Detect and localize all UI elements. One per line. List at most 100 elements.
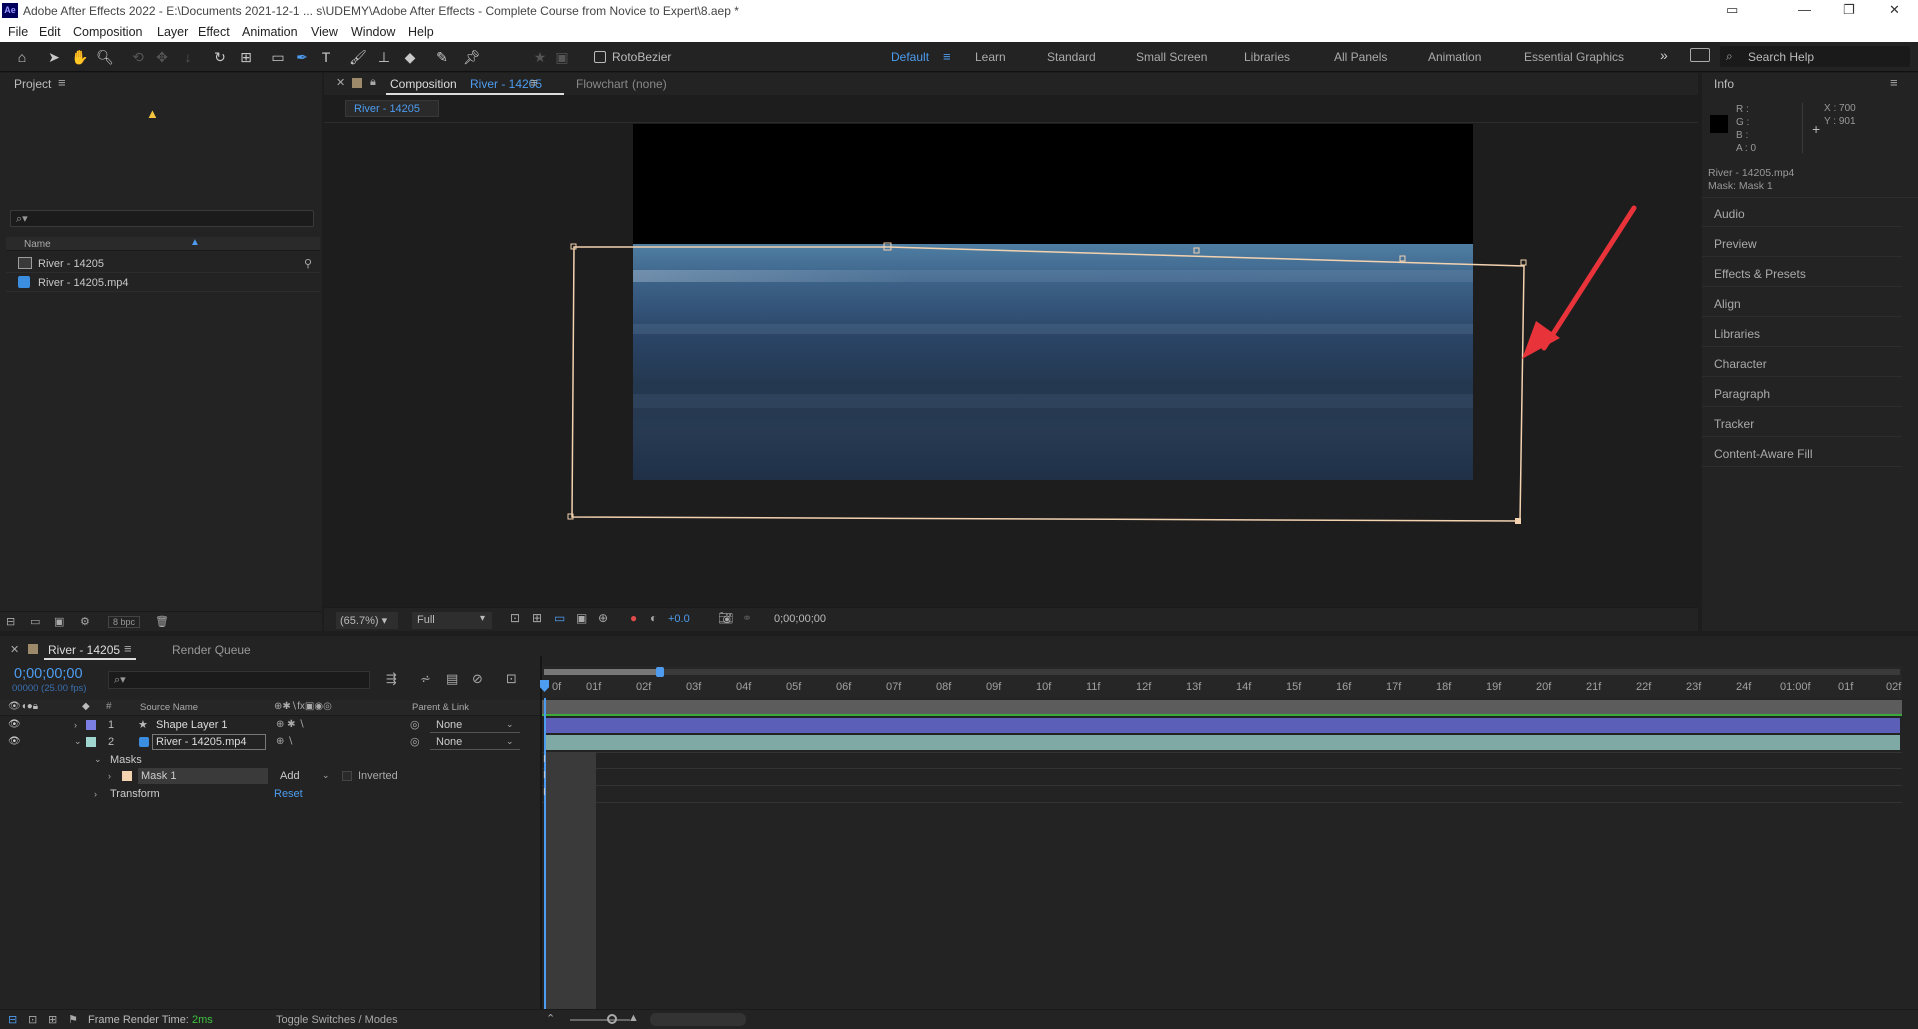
chevron-down-icon[interactable]: ⌄ [94,754,102,765]
rectangle-tool-icon[interactable]: ▭ [268,47,288,67]
orbit-camera-icon[interactable]: ⟲ [128,47,148,67]
mask-vertex[interactable] [1515,518,1521,524]
layer-bar-footage[interactable] [546,735,1900,750]
toggle-switches-modes[interactable]: Toggle Switches / Modes [276,1014,398,1026]
menu-file[interactable]: File [8,25,28,39]
workspace-menu-icon[interactable]: ≡ [943,49,951,64]
selection-tool-icon[interactable]: ➤ [44,47,64,67]
in-out-icon[interactable]: ⊞ [48,1013,57,1026]
panel-libraries[interactable]: Libraries [1702,317,1902,347]
panel-content-aware-fill[interactable]: Content-Aware Fill [1702,437,1902,467]
new-folder-icon[interactable]: ▭ [30,615,40,628]
window-mode-icon[interactable]: ▭ [1726,2,1738,18]
eye-icon[interactable]: 👁︎ [8,736,21,747]
work-area-end-handle[interactable] [656,667,664,677]
menu-animation[interactable]: Animation [242,25,298,39]
comp-flowchart-icon[interactable]: ⇶ [386,671,397,687]
restore-button[interactable]: ❐ [1843,2,1855,18]
type-tool-icon[interactable]: T [316,47,336,67]
chevron-right-icon[interactable]: › [108,771,111,781]
grid-guides-icon[interactable]: ⊕ [598,611,608,625]
chevron-down-icon[interactable]: ⌄ [322,770,330,781]
chevron-down-icon[interactable]: ⌄ [74,736,82,747]
zoom-slider-thumb[interactable] [607,1014,617,1024]
minimize-button[interactable]: — [1798,2,1811,17]
pickwhip-icon[interactable]: ◎ [410,735,420,748]
chevron-right-icon[interactable]: › [94,789,97,799]
panel-tracker[interactable]: Tracker [1702,407,1902,437]
clone-stamp-icon[interactable]: ⊥ [374,47,394,67]
transform-group[interactable]: › Transform Reset [0,786,540,803]
panel-menu-icon[interactable]: ≡ [58,75,66,90]
search-help-box[interactable]: ⌕ Search Help [1720,46,1910,67]
graph-editor-icon[interactable]: ⊡ [506,671,517,687]
layer-switches[interactable]: ⊕ ✱ ∖ [276,719,305,730]
layer-label-color[interactable] [86,737,96,747]
info-tab[interactable]: Info [1714,77,1734,91]
table-row[interactable]: 👁︎ › 1 ★ Shape Layer 1 ⊕ ✱ ∖ ◎ None ⌄ [0,717,540,734]
star-icon[interactable]: ★ [530,47,550,67]
workspace-standard[interactable]: Standard [1047,50,1096,64]
interpret-footage-icon[interactable]: ⊟ [6,615,15,628]
channel-icon[interactable]: ● [630,611,637,625]
time-ruler[interactable]: 0f 01f 02f 03f 04f 05f 06f 07f 08f 09f 1… [542,666,1902,698]
panel-character[interactable]: Character [1702,347,1902,377]
exposure-value[interactable]: +0.0 [668,613,690,625]
list-item[interactable]: River - 14205 ⚲ [6,255,320,273]
timeline-search-input[interactable]: ⌕▾ [108,671,370,689]
workspace-default[interactable]: Default [891,50,929,64]
zoom-in-icon[interactable]: ▲ [628,1012,639,1024]
brush-tool-icon[interactable]: 🖌︎ [348,47,368,67]
dolly-camera-icon[interactable]: ↓ [178,47,198,67]
region-of-interest-icon[interactable]: ▣ [576,611,587,625]
zoom-out-icon[interactable]: ⌃ [546,1012,555,1025]
mask-overlay[interactable] [324,73,1698,631]
menu-composition[interactable]: Composition [73,25,142,39]
mask-vertex[interactable] [1193,247,1200,254]
show-snapshot-icon[interactable]: ⚭ [742,611,752,625]
menu-layer[interactable]: Layer [157,25,188,39]
transfer-controls-icon[interactable]: ⊡ [28,1013,37,1026]
panel-effects-presets[interactable]: Effects & Presets [1702,257,1902,287]
draft-3d-icon[interactable]: ⩫ [420,671,431,687]
panel-paragraph[interactable]: Paragraph [1702,377,1902,407]
workspace-small-screen[interactable]: Small Screen [1136,50,1207,64]
panel-menu-icon[interactable]: ≡ [1890,75,1898,90]
panel-preview[interactable]: Preview [1702,227,1902,257]
more-workspaces-icon[interactable]: » [1660,47,1668,63]
render-time-icon[interactable]: ⚑ [68,1013,78,1026]
workspace-learn[interactable]: Learn [975,50,1006,64]
mask-row[interactable]: › Mask 1 Add ⌄ Inverted [0,768,540,785]
eraser-tool-icon[interactable]: ◆ [400,47,420,67]
rotobezier-checkbox[interactable] [594,51,606,63]
pen-tool-icon[interactable]: ✒ [292,47,312,67]
project-tab[interactable]: Project [14,77,51,91]
zoom-tool-icon[interactable]: 🔍︎ [95,47,115,67]
menu-effect[interactable]: Effect [198,25,230,39]
panel-menu-icon[interactable]: ≡ [124,641,132,656]
layer-switches-toggle-icon[interactable]: ⊟ [8,1013,17,1026]
chevron-right-icon[interactable]: › [74,720,77,730]
viewer-timecode[interactable]: 0;00;00;00 [774,613,826,625]
bpc-button[interactable]: 8 bpc [108,616,141,628]
chevron-down-icon[interactable]: ⌄ [506,719,514,730]
list-item[interactable]: River - 14205.mp4 [6,274,320,292]
name-column-header[interactable]: Name [24,239,51,250]
workspace-libraries[interactable]: Libraries [1244,50,1290,64]
snapshot-camera-icon[interactable]: 📷︎ [718,611,733,625]
close-button[interactable]: ✕ [1889,2,1900,18]
layer-switches[interactable]: ⊕ ∖ [276,736,294,747]
render-queue-tab[interactable]: Render Queue [172,643,251,657]
table-row[interactable]: 👁︎ ⌄ 2 River - 14205.mp4 ⊕ ∖ ◎ None ⌄ [0,734,540,751]
mask-color-swatch[interactable] [122,771,132,781]
timeline-timecode[interactable]: 0;00;00;00 [14,666,83,682]
panel-audio[interactable]: Audio [1702,197,1902,227]
shy-layers-icon[interactable]: ▤ [446,671,458,687]
zoom-slider[interactable] [570,1019,630,1021]
reset-exposure-icon[interactable]: ◐ [650,611,657,625]
mask-path[interactable] [571,246,1525,522]
roto-brush-icon[interactable]: ✎ [432,47,452,67]
workspace-all-panels[interactable]: All Panels [1334,50,1387,64]
puppet-pin-icon[interactable]: 📌︎ [462,47,482,67]
workspace-essential-graphics[interactable]: Essential Graphics [1524,50,1624,64]
